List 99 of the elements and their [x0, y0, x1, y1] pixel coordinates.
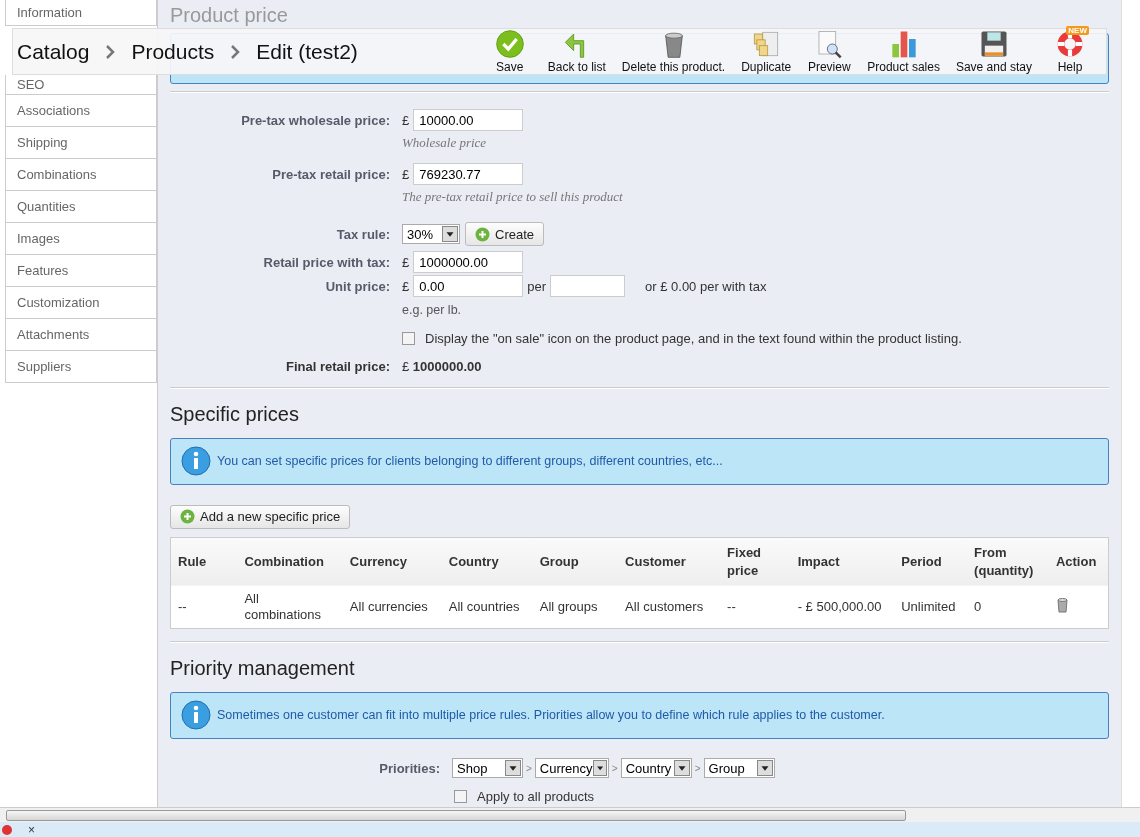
info-icon — [181, 446, 211, 477]
priority-select[interactable]: Currency — [534, 758, 609, 779]
field-label: Unit price: — [324, 278, 391, 294]
table-cell: All countries — [441, 585, 533, 629]
price-input[interactable]: 769230.77 — [413, 163, 524, 186]
column-header: Impact — [790, 537, 895, 586]
sidebar-item[interactable]: Information — [5, 0, 157, 26]
currency-symbol: £ — [402, 254, 410, 270]
sidebar-item[interactable]: Features — [5, 255, 157, 287]
tax-select[interactable]: 30% — [402, 224, 460, 245]
toolbar-button[interactable]: Delete this product. — [613, 29, 734, 74]
tax-note: or £ 0.00 per with tax — [645, 278, 767, 294]
info-text: You can set specific prices for clients belonging to different groups, different countries, etc... — [217, 454, 723, 469]
toolbar-button[interactable]: Preview — [799, 29, 860, 74]
create-button[interactable]: Create — [465, 222, 545, 247]
price-input[interactable]: 10000.00 — [413, 109, 524, 132]
field-hint: Wholesale price — [402, 134, 488, 153]
toolbar-button[interactable]: Product sales — [859, 29, 948, 74]
plus-icon — [180, 509, 195, 525]
currency-symbol: £ — [402, 166, 410, 182]
checkbox[interactable] — [402, 331, 415, 345]
info-icon — [181, 700, 211, 731]
field-label: Tax rule: — [335, 226, 391, 242]
close-text[interactable]: × — [28, 822, 35, 837]
priority-select[interactable]: Group — [703, 758, 775, 779]
table-cell: 0 — [967, 585, 1049, 629]
caret-icon — [505, 760, 521, 777]
column-header: Country — [441, 537, 533, 586]
table-cell: All combinations — [237, 585, 343, 629]
column-header: Combination — [237, 537, 343, 586]
table-cell: -- — [170, 585, 238, 629]
column-header: Fixed price — [720, 537, 791, 586]
table-cell: Unlimited — [894, 585, 968, 629]
column-header: From (quantity) — [967, 537, 1049, 586]
sidebar-item[interactable]: Customization — [5, 287, 157, 319]
column-header: Action — [1048, 537, 1109, 586]
table-cell: - £ 500,000.00 — [790, 585, 895, 629]
checkbox[interactable] — [454, 789, 467, 803]
breadcrumb-item[interactable]: Products — [131, 39, 215, 64]
add-price-button[interactable]: Add a new specific price — [170, 504, 351, 529]
section-title: Priority management — [170, 656, 356, 680]
field-label: Pre-tax retail price: — [271, 166, 391, 182]
field-label: Priorities: — [378, 760, 441, 776]
price-input[interactable]: 0.00 — [413, 275, 524, 298]
currency-symbol: £ — [402, 278, 410, 294]
priority-select[interactable]: Shop — [452, 758, 523, 779]
caret-icon — [592, 760, 607, 777]
toolbar-button[interactable]: Duplicate — [733, 29, 800, 74]
field-hint: The pre-tax retail price to sell this product — [402, 188, 624, 207]
toolbar-button[interactable]: Back to list — [539, 29, 614, 74]
column-header: Rule — [170, 537, 238, 586]
sidebar-item[interactable]: Combinations — [5, 159, 157, 191]
table-cell: All groups — [532, 585, 619, 629]
price-input[interactable]: 1000000.00 — [413, 251, 524, 274]
table-cell: All customers — [618, 585, 721, 629]
caret-icon — [442, 226, 458, 243]
sidebar-item[interactable]: Suppliers — [5, 351, 157, 383]
sidebar-item[interactable]: Shipping — [5, 127, 157, 159]
field-label: Retail price with tax: — [262, 254, 391, 270]
section-title: Product price — [170, 4, 289, 27]
caret-icon — [673, 760, 690, 777]
sidebar-item[interactable]: Associations — [5, 95, 157, 127]
pdf-icon — [2, 823, 14, 836]
breadcrumb-item[interactable]: Catalog — [17, 39, 90, 64]
column-header: Currency — [342, 537, 442, 586]
unit-input[interactable] — [550, 275, 626, 298]
separator: > — [694, 762, 701, 774]
final-price: £ 1000000.00 — [402, 358, 482, 374]
toolbar-button[interactable]: Save and stay — [947, 29, 1040, 74]
toolbar-button[interactable]: NEW Help — [1040, 29, 1100, 74]
chevron-icon — [105, 44, 116, 59]
toolbar-button[interactable]: Save — [479, 29, 540, 74]
priority-select[interactable]: Country — [620, 758, 692, 779]
field-label: Final retail price: — [284, 358, 391, 374]
separator: > — [526, 762, 532, 774]
currency-symbol: £ — [402, 112, 410, 128]
per-text: per — [527, 278, 547, 294]
info-text: Sometimes one customer can fit into multiple price rules. Priorities allow you to define which rule applies to the customer. — [217, 708, 885, 723]
sidebar-item[interactable]: Quantities — [5, 191, 157, 223]
table-cell: -- — [720, 585, 791, 629]
trash-icon[interactable] — [1055, 596, 1069, 613]
separator: > — [611, 762, 618, 774]
chevron-icon — [230, 44, 241, 59]
sidebar-item[interactable]: SEO — [5, 75, 157, 95]
field-label: Pre-tax wholesale price: — [240, 112, 391, 128]
plus-icon — [475, 226, 490, 242]
section-title: Specific prices — [170, 403, 300, 427]
field-hint: e.g. per lb. — [402, 302, 463, 320]
sidebar-item[interactable]: Images — [5, 223, 157, 255]
sidebar-item[interactable]: Attachments — [5, 319, 157, 351]
new-badge: NEW — [1066, 26, 1089, 35]
checkbox-label: Apply to all products — [477, 788, 595, 804]
column-header: Customer — [618, 537, 721, 586]
breadcrumb-item: Edit (test2) — [256, 39, 358, 64]
checkbox-label: Display the "on sale" icon on the product page, and in the text found within the product listing. — [425, 330, 962, 346]
table-cell: All currencies — [342, 585, 442, 629]
column-header: Group — [532, 537, 619, 586]
caret-icon — [756, 760, 773, 777]
column-header: Period — [894, 537, 968, 586]
